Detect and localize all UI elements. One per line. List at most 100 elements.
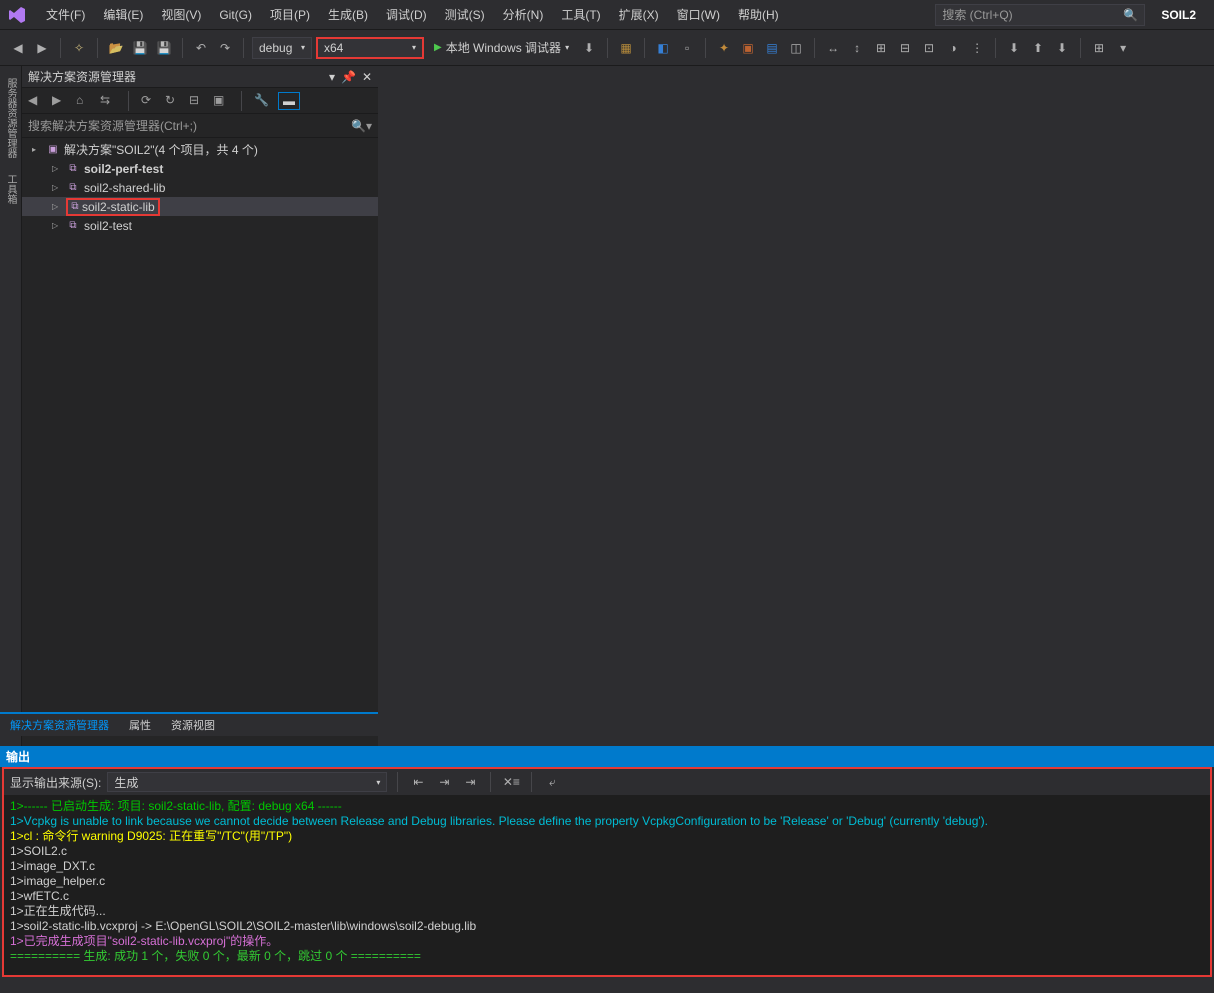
output-clear-icon[interactable]: ✕≡ bbox=[501, 772, 521, 792]
chevron-icon[interactable]: ▷ bbox=[52, 202, 62, 211]
search-icon: 🔍▾ bbox=[351, 119, 372, 133]
menu-window[interactable]: 窗口(W) bbox=[669, 2, 728, 27]
new-item-icon[interactable]: ✧ bbox=[69, 38, 89, 58]
tb-icon-1[interactable]: ⬇ bbox=[579, 38, 599, 58]
ptb-home-icon[interactable]: ⌂ bbox=[76, 93, 92, 109]
panel-toolbar: ◀ ▶ ⌂ ⇆ ⟳ ↻ ⊟ ▣ 🔧 ▬ bbox=[22, 88, 378, 114]
menu-tools[interactable]: 工具(T) bbox=[553, 2, 608, 27]
pin-icon[interactable]: 📌 bbox=[341, 70, 356, 84]
project-row-0[interactable]: ▷ ⧉ soil2-perf-test bbox=[22, 159, 378, 178]
redo-icon[interactable]: ↷ bbox=[215, 38, 235, 58]
ptb-switch-icon[interactable]: ⇆ bbox=[100, 93, 116, 109]
forward-icon[interactable]: ▶ bbox=[32, 38, 52, 58]
ptb-back-icon[interactable]: ◀ bbox=[28, 93, 44, 109]
tb-icon-13[interactable]: ⊡ bbox=[919, 38, 939, 58]
tab-server-explorer[interactable]: 服务器资源管理器 bbox=[1, 74, 20, 162]
tb-icon-14[interactable]: ◑ bbox=[943, 38, 963, 58]
tb-icon-20[interactable]: ▾ bbox=[1113, 38, 1133, 58]
cpp-project-icon: ⧉ bbox=[66, 181, 80, 195]
output-line: 1>正在生成代码... bbox=[10, 904, 1204, 919]
output-line: 1>------ 已启动生成: 项目: soil2-static-lib, 配置… bbox=[10, 799, 1204, 814]
output-line: 1>soil2-static-lib.vcxproj -> E:\OpenGL\… bbox=[10, 919, 1204, 934]
output-next-icon[interactable]: ⇥ bbox=[460, 772, 480, 792]
root-label: 解决方案"SOIL2"(4 个项目，共 4 个) bbox=[64, 141, 258, 158]
output-line: 1>cl : 命令行 warning D9025: 正在重写"/TC"(用"/T… bbox=[10, 829, 1204, 844]
ptb-refresh-icon[interactable]: ↻ bbox=[165, 93, 181, 109]
output-line: 1>wfETC.c bbox=[10, 889, 1204, 904]
tb-icon-18[interactable]: ⬇ bbox=[1052, 38, 1072, 58]
output-text[interactable]: 1>------ 已启动生成: 项目: soil2-static-lib, 配置… bbox=[4, 795, 1210, 975]
tb-icon-10[interactable]: ↕ bbox=[847, 38, 867, 58]
panel-bottom-tabs: 解决方案资源管理器 属性 资源视图 bbox=[0, 712, 378, 736]
tb-icon-19[interactable]: ⊞ bbox=[1089, 38, 1109, 58]
save-all-icon[interactable]: 💾 bbox=[154, 38, 174, 58]
open-icon[interactable]: 📂 bbox=[106, 38, 126, 58]
ptb-collapse-icon[interactable]: ⊟ bbox=[189, 93, 205, 109]
tb-icon-9[interactable]: ↔ bbox=[823, 38, 843, 58]
ptb-fwd-icon[interactable]: ▶ bbox=[52, 93, 68, 109]
output-prev-icon[interactable]: ⇥ bbox=[434, 772, 454, 792]
tb-icon-4[interactable]: ▫ bbox=[677, 38, 697, 58]
cpp-project-icon: ⧉ bbox=[66, 162, 80, 176]
tb-icon-15[interactable]: ⋮ bbox=[967, 38, 987, 58]
tb-icon-5[interactable]: ✦ bbox=[714, 38, 734, 58]
menu-debug[interactable]: 调试(D) bbox=[378, 2, 435, 27]
tree-root[interactable]: ▸ ▣ 解决方案"SOIL2"(4 个项目，共 4 个) bbox=[22, 140, 378, 159]
tb-icon-3[interactable]: ◧ bbox=[653, 38, 673, 58]
menu-analyze[interactable]: 分析(N) bbox=[495, 2, 552, 27]
save-icon[interactable]: 💾 bbox=[130, 38, 150, 58]
output-wrap-icon[interactable]: ⤶ bbox=[542, 772, 562, 792]
ptb-sync-icon[interactable]: ⟳ bbox=[141, 93, 157, 109]
run-label: 本地 Windows 调试器 bbox=[446, 39, 561, 56]
left-toolwindow-tabs: 服务器资源管理器 工具箱 bbox=[0, 66, 22, 746]
menu-git[interactable]: Git(G) bbox=[211, 4, 260, 26]
menu-test[interactable]: 测试(S) bbox=[437, 2, 493, 27]
ptb-preview-icon[interactable]: ▬ bbox=[278, 92, 300, 110]
back-icon[interactable]: ◀ bbox=[8, 38, 28, 58]
output-line: 1>image_helper.c bbox=[10, 874, 1204, 889]
menu-view[interactable]: 视图(V) bbox=[153, 2, 209, 27]
output-find-icon[interactable]: ⇤ bbox=[408, 772, 428, 792]
chevron-down-icon[interactable]: ▸ bbox=[32, 145, 42, 154]
undo-icon[interactable]: ↶ bbox=[191, 38, 211, 58]
panel-title-text: 解决方案资源管理器 bbox=[28, 68, 136, 85]
chevron-icon[interactable]: ▷ bbox=[52, 221, 62, 230]
tab-solution-explorer[interactable]: 解决方案资源管理器 bbox=[0, 713, 119, 737]
tab-toolbox[interactable]: 工具箱 bbox=[1, 170, 20, 208]
config-dropdown[interactable]: debug▾ bbox=[252, 37, 312, 59]
tb-icon-6[interactable]: ▣ bbox=[738, 38, 758, 58]
tb-icon-11[interactable]: ⊞ bbox=[871, 38, 891, 58]
tb-icon-17[interactable]: ⬆ bbox=[1028, 38, 1048, 58]
tb-icon-2[interactable]: ▦ bbox=[616, 38, 636, 58]
autohide-icon[interactable]: ▾ bbox=[329, 70, 335, 84]
menu-help[interactable]: 帮助(H) bbox=[730, 2, 787, 27]
tab-resource-view[interactable]: 资源视图 bbox=[161, 713, 225, 737]
menu-project[interactable]: 项目(P) bbox=[262, 2, 318, 27]
menu-extensions[interactable]: 扩展(X) bbox=[611, 2, 667, 27]
menu-file[interactable]: 文件(F) bbox=[38, 2, 93, 27]
output-source-dropdown[interactable]: 生成 ▾ bbox=[107, 772, 387, 792]
chevron-icon[interactable]: ▷ bbox=[52, 183, 62, 192]
project-label: soil2-perf-test bbox=[84, 162, 163, 176]
tb-icon-12[interactable]: ⊟ bbox=[895, 38, 915, 58]
chevron-icon[interactable]: ▷ bbox=[52, 164, 62, 173]
search-input[interactable]: 搜索 (Ctrl+Q) 🔍 bbox=[935, 4, 1145, 26]
config-value: debug bbox=[259, 41, 292, 55]
tb-icon-16[interactable]: ⬇ bbox=[1004, 38, 1024, 58]
output-line: 1>SOIL2.c bbox=[10, 844, 1204, 859]
solution-name-label: SOIL2 bbox=[1147, 4, 1210, 26]
ptb-properties-icon[interactable]: 🔧 bbox=[254, 93, 270, 109]
start-debugging-button[interactable]: ▶ 本地 Windows 调试器 ▾ bbox=[428, 39, 575, 56]
platform-dropdown[interactable]: x64▾ bbox=[316, 37, 424, 59]
tb-icon-7[interactable]: ▤ bbox=[762, 38, 782, 58]
project-row-2[interactable]: ▷ ⧉ soil2-static-lib bbox=[22, 197, 378, 216]
menu-build[interactable]: 生成(B) bbox=[320, 2, 376, 27]
menu-edit[interactable]: 编辑(E) bbox=[95, 2, 151, 27]
panel-search-input[interactable]: 搜索解决方案资源管理器(Ctrl+;) 🔍▾ bbox=[22, 114, 378, 138]
project-row-3[interactable]: ▷ ⧉ soil2-test bbox=[22, 216, 378, 235]
tab-properties[interactable]: 属性 bbox=[119, 713, 161, 737]
ptb-showall-icon[interactable]: ▣ bbox=[213, 93, 229, 109]
tb-icon-8[interactable]: ◫ bbox=[786, 38, 806, 58]
close-icon[interactable]: ✕ bbox=[362, 70, 372, 84]
project-row-1[interactable]: ▷ ⧉ soil2-shared-lib bbox=[22, 178, 378, 197]
